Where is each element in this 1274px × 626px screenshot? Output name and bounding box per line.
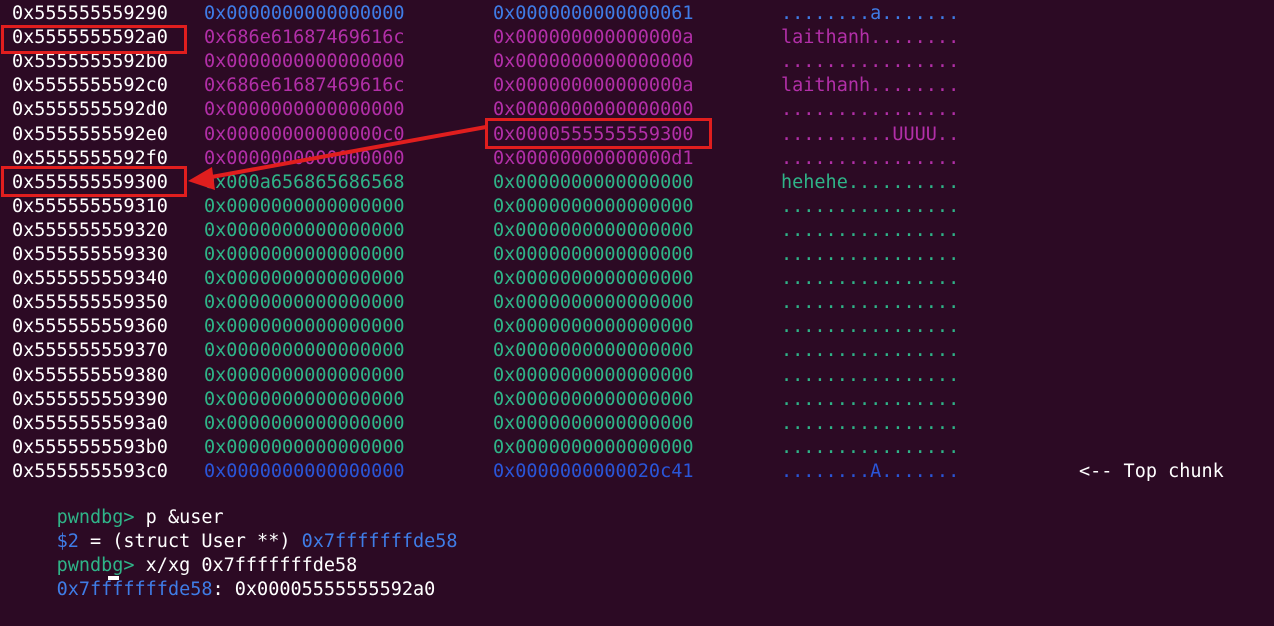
row-ascii: ................: [781, 436, 960, 458]
row-address: 0x555555559390: [12, 388, 168, 410]
terminal-window[interactable]: 0x555555559290 0x0000000000000000 0x000000…: [0, 0, 1274, 600]
row-ascii: hehehe..........: [781, 171, 960, 193]
row-word-2: 0x0000000000000000: [493, 412, 694, 434]
row-word-1: 0x0000000000000000: [204, 340, 405, 362]
row-ascii: ................: [781, 195, 960, 217]
row-address: 0x555555559310: [12, 195, 168, 217]
row-word-2: 0x0000000000000000: [493, 292, 694, 314]
row-word-2: 0x0000000000020c41: [493, 460, 694, 482]
row-word-2: 0x000000000000000a: [493, 75, 694, 97]
console-line-4[interactable]: 0x7fffffffde58: 0x00005555555592a0: [12, 554, 436, 600]
row-word-1: 0x0000000000000000: [204, 99, 405, 121]
row-word-2: 0x0000000000000000: [493, 364, 694, 386]
row-word-1: 0x00000000000000c0: [204, 123, 405, 145]
row-word-2: 0x0000000000000000: [493, 268, 694, 290]
row-address: 0x5555555592c0: [12, 75, 168, 97]
row-ascii: ................: [781, 244, 960, 265]
row-word-2: 0x0000000000000000: [493, 388, 694, 410]
row-word-1: 0x0000000000000000: [204, 268, 405, 290]
row-address: 0x555555559340: [12, 268, 168, 290]
row-ascii: ................: [781, 268, 960, 290]
row-ascii: ................: [781, 388, 960, 410]
row-word-2: 0x0000000000000000: [493, 195, 694, 217]
memory-value: : 0x00005555555592a0: [212, 579, 436, 600]
row-word-2: 0x0000000000000000: [493, 171, 694, 193]
highlight-box-target-addr: [1, 166, 187, 197]
row-word-2: 0x0000000000000000: [493, 219, 694, 241]
row-word-2: 0x0000000000000000: [493, 436, 694, 458]
row-word-1: 0x0000000000000000: [204, 51, 405, 73]
row-ascii: ................: [781, 364, 960, 386]
highlight-box-pointer-value: [485, 118, 712, 149]
row-address: 0x555555559330: [12, 244, 168, 265]
row-address: 0x5555555593b0: [12, 436, 168, 458]
row-ascii: ................: [781, 412, 960, 434]
row-word-2: 0x0000000000000000: [493, 244, 694, 265]
memory-address: 0x7fffffffde58: [56, 579, 213, 600]
row-address: 0x5555555593c0: [12, 460, 168, 482]
row-word-1: 0x0000000000000000: [204, 388, 405, 410]
row-ascii: ................: [781, 99, 960, 121]
row-ascii: ..........UUUU..: [781, 123, 960, 145]
row-word-2: 0x0000000000000061: [493, 3, 694, 24]
row-ascii: ........a.......: [781, 3, 960, 24]
row-word-2: 0x0000000000000000: [493, 51, 694, 73]
row-ascii: ................: [781, 219, 960, 241]
row-word-1: 0x0000000000000000: [204, 316, 405, 338]
row-address: 0x555555559380: [12, 364, 168, 386]
row-ascii: ........A.......: [781, 460, 960, 482]
row-word-1: 0x0000000000000000: [204, 436, 405, 458]
row-word-1: 0x0000000000000000: [204, 219, 405, 241]
row-word-2: 0x0000000000000000: [493, 316, 694, 338]
row-address: 0x555555559320: [12, 219, 168, 241]
row-address: 0x555555559350: [12, 292, 168, 314]
row-address: 0x555555559370: [12, 340, 168, 362]
row-word-2: 0x00000000000000d1: [493, 147, 694, 169]
row-ascii: ................: [781, 316, 960, 338]
row-address: 0x5555555592e0: [12, 123, 168, 145]
row-word-1: 0x0000000000000000: [204, 292, 405, 314]
row-ascii: ................: [781, 147, 960, 169]
row-word-1: 0x000a656865686568: [204, 171, 405, 193]
console-line-3: pwndbg> x/xg 0x7fffffffde58: [12, 530, 358, 576]
row-word-1: 0x0000000000000000: [204, 244, 405, 265]
row-word-1: 0x0000000000000000: [204, 3, 405, 24]
console-line-1: pwndbg> p &user: [12, 482, 224, 528]
row-word-2: 0x0000000000000000: [493, 340, 694, 362]
row-ascii: ................: [781, 292, 960, 314]
row-word-1: 0x0000000000000000: [204, 364, 405, 386]
row-address: 0x5555555592d0: [12, 99, 168, 121]
row-word-1: 0x0000000000000000: [204, 412, 405, 434]
row-address: 0x555555559360: [12, 316, 168, 338]
row-word-1: 0x686e61687469616c: [204, 75, 405, 97]
row-word-1: 0x0000000000000000: [204, 147, 405, 169]
text-cursor: [108, 576, 119, 580]
row-word-1: 0x0000000000000000: [204, 195, 405, 217]
row-word-1: 0x686e61687469616c: [204, 27, 405, 49]
row-word-2: 0x000000000000000a: [493, 27, 694, 49]
row-ascii: ................: [781, 340, 960, 362]
row-ascii: laithanh........: [781, 75, 960, 97]
row-address: 0x555555559290: [12, 3, 168, 24]
row-address: 0x5555555593a0: [12, 412, 168, 434]
row-ascii: laithanh........: [781, 27, 960, 49]
row-note: <-- Top chunk: [1079, 460, 1224, 482]
row-word-1: 0x0000000000000000: [204, 460, 405, 482]
row-ascii: ................: [781, 51, 960, 73]
console-line-2: $2 = (struct User **) 0x7fffffffde58: [12, 506, 458, 552]
highlight-box-user-addr: [1, 25, 187, 54]
